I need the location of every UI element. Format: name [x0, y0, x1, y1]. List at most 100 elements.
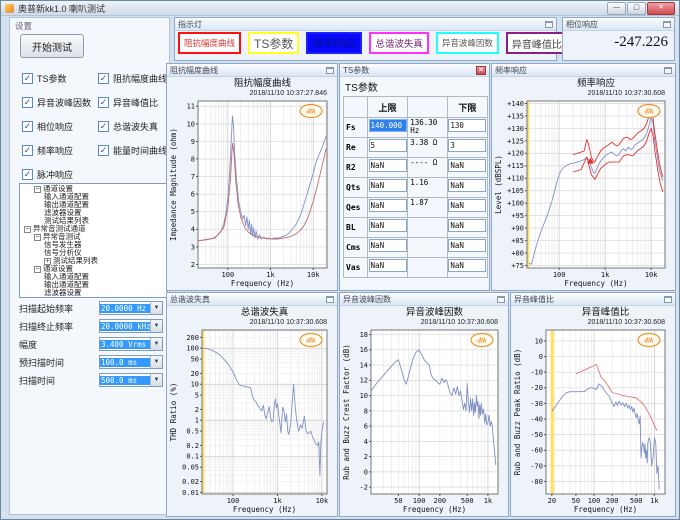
- chevron-down-icon[interactable]: ▼: [150, 374, 162, 386]
- result-checkbox-7[interactable]: ✓能量时间曲线: [98, 144, 170, 157]
- sweep-field-combo-2[interactable]: 3.400 Vrms▼: [99, 337, 163, 351]
- sweep-field-combo-1[interactable]: 20.0000 kHz▼: [99, 319, 163, 333]
- peak-ratio-panel-title: 异音峰值比: [514, 294, 554, 305]
- result-checkbox-8[interactable]: ✓脉冲响应: [22, 168, 98, 181]
- channel-tree[interactable]: −通道设置输入通道配置输出通道配置滤波器设置测试结果列表−异常音测试通道−异常音…: [19, 183, 168, 298]
- sweep-field-combo-0[interactable]: 20.0000 Hz▼: [99, 301, 163, 315]
- tree-item-7[interactable]: 信号发生器: [20, 241, 167, 249]
- svg-text:+100: +100: [507, 200, 524, 208]
- svg-text:10k: 10k: [645, 271, 658, 279]
- collapse-icon[interactable]: −: [34, 186, 41, 193]
- tree-item-10[interactable]: −通道设置: [20, 265, 167, 273]
- svg-text:10k: 10k: [307, 271, 320, 279]
- tree-item-0[interactable]: −通道设置: [20, 185, 167, 193]
- chevron-down-icon[interactable]: ▼: [150, 320, 162, 332]
- ts-lower-input-BL[interactable]: NaN: [448, 219, 486, 232]
- restore-icon[interactable]: [497, 296, 505, 303]
- svg-text:+90: +90: [511, 225, 524, 233]
- svg-text:-2: -2: [360, 484, 368, 492]
- restore-icon[interactable]: [326, 67, 334, 74]
- maximize-button[interactable]: ▢: [627, 2, 646, 15]
- sweep-field-label: 扫描终止频率: [19, 320, 99, 333]
- ts-upper-input-Re[interactable]: 5: [369, 139, 407, 152]
- chevron-down-icon[interactable]: ▼: [150, 302, 162, 314]
- tree-item-3[interactable]: 滤波器设置: [20, 209, 167, 217]
- restore-icon[interactable]: [664, 67, 672, 74]
- settings-title: 设置: [15, 20, 32, 32]
- indicator-button-1[interactable]: TS参数: [248, 32, 299, 54]
- ts-lower-input-Cms[interactable]: NaN: [448, 239, 486, 252]
- svg-text:2: 2: [364, 453, 368, 461]
- svg-text:-40: -40: [530, 415, 543, 423]
- indicator-panel: 指示灯 阻抗幅度曲线TS参数频率响应总谐波失真异音波峰因数异音峰值比相位响应: [174, 17, 557, 61]
- result-checkbox-0[interactable]: ✓TS参数: [22, 72, 98, 85]
- start-test-button[interactable]: 开始测试: [20, 34, 84, 58]
- restore-icon[interactable]: [326, 296, 334, 303]
- ts-upper-input-Qes[interactable]: NaN: [369, 199, 407, 212]
- ts-measured-R2: ---- Ω: [408, 158, 447, 178]
- ts-lower-input-Qts[interactable]: NaN: [448, 179, 486, 192]
- svg-text:4: 4: [191, 226, 195, 234]
- checkbox-icon: ✓: [98, 73, 109, 84]
- sweep-fields: 扫描起始频率20.0000 Hz▼扫描终止频率20.0000 kHz▼幅度3.4…: [19, 299, 171, 389]
- chevron-down-icon[interactable]: ▼: [150, 356, 162, 368]
- indicator-button-2[interactable]: 频率响应: [306, 32, 362, 54]
- close-icon[interactable]: ✕: [476, 66, 486, 75]
- indicator-button-3[interactable]: 总谐波失真: [369, 32, 429, 54]
- result-checkbox-3[interactable]: ✓异音峰值比: [98, 96, 170, 109]
- collapse-icon[interactable]: −: [24, 226, 31, 233]
- svg-text:+115: +115: [507, 162, 524, 170]
- ts-upper-input-R2[interactable]: NaN: [369, 159, 407, 172]
- svg-text:1k: 1k: [484, 497, 493, 505]
- checkbox-label: 能量时间曲线: [113, 144, 167, 157]
- svg-text:3: 3: [191, 243, 195, 251]
- indicator-button-5[interactable]: 异音峰值比: [506, 32, 568, 54]
- ts-lower-input-R2[interactable]: NaN: [448, 159, 486, 172]
- checkbox-icon: ✓: [22, 145, 33, 156]
- ts-lower-input-Fs[interactable]: 130: [448, 119, 486, 132]
- checkbox-label: 异音峰值比: [113, 96, 158, 109]
- result-checkbox-4[interactable]: ✓相位响应: [22, 120, 98, 133]
- sweep-field-combo-4[interactable]: 500.0 ms▼: [99, 373, 163, 387]
- chevron-down-icon[interactable]: ▼: [150, 338, 162, 350]
- result-checkbox-5[interactable]: ✓总谐波失真: [98, 120, 170, 133]
- ts-parameters-table: 上限下限Fs140.000136.30 Hz130Re53.38 Ω3R2NaN…: [343, 96, 488, 278]
- indicator-button-0[interactable]: 阻抗幅度曲线: [178, 32, 241, 54]
- minimize-button[interactable]: —: [607, 2, 626, 15]
- tree-item-6[interactable]: −异常音测试: [20, 233, 167, 241]
- svg-text:+130: +130: [507, 125, 524, 133]
- sweep-field-row: 幅度3.400 Vrms▼: [19, 335, 171, 353]
- collapse-icon[interactable]: −: [34, 234, 41, 241]
- restore-icon[interactable]: [664, 296, 672, 303]
- svg-text:11: 11: [187, 103, 195, 111]
- svg-text:2018/11/10 10:37:27.846: 2018/11/10 10:37:27.846: [250, 90, 327, 97]
- ts-lower-input-Vas[interactable]: NaN: [448, 259, 486, 272]
- tree-item-1[interactable]: 输入通道配置: [20, 193, 167, 201]
- restore-icon[interactable]: [663, 21, 671, 28]
- close-button[interactable]: ✕: [647, 2, 675, 15]
- tree-item-11[interactable]: 输入通道配置: [20, 273, 167, 281]
- result-checkbox-2[interactable]: ✓异音波峰因数: [22, 96, 98, 109]
- restore-icon[interactable]: [545, 21, 553, 28]
- ts-parameters-panel: TS参数✕ TS参数 上限下限Fs140.000136.30 Hz130Re53…: [339, 63, 490, 291]
- tree-item-12[interactable]: 输出通道配置: [20, 281, 167, 289]
- ts-upper-input-Cms[interactable]: NaN: [369, 239, 407, 252]
- tree-item-13[interactable]: 滤波器设置: [20, 289, 167, 297]
- ts-upper-input-BL[interactable]: NaN: [369, 219, 407, 232]
- svg-text:+80: +80: [511, 249, 524, 257]
- ts-upper-input-Vas[interactable]: NaN: [369, 259, 407, 272]
- indicator-button-4[interactable]: 异音波峰因数: [436, 32, 499, 54]
- tree-item-2[interactable]: 输出通道配置: [20, 201, 167, 209]
- sweep-field-row: 扫描时间500.0 ms▼: [19, 371, 171, 389]
- svg-text:100: 100: [222, 271, 235, 279]
- ts-lower-input-Re[interactable]: 3: [448, 139, 486, 152]
- collapse-icon[interactable]: −: [34, 266, 41, 273]
- svg-text:+95: +95: [511, 212, 524, 220]
- ts-upper-input-Qts[interactable]: NaN: [369, 179, 407, 192]
- result-checkbox-1[interactable]: ✓阻抗幅度曲线: [98, 72, 170, 85]
- ts-upper-input-Fs[interactable]: 140.000: [369, 119, 407, 132]
- result-checkbox-6[interactable]: ✓频率响应: [22, 144, 98, 157]
- ts-lower-input-Qes[interactable]: NaN: [448, 199, 486, 212]
- sweep-field-combo-3[interactable]: 100.0 ms▼: [99, 355, 163, 369]
- svg-text:2018/11/10 10:37:30.608: 2018/11/10 10:37:30.608: [250, 319, 327, 326]
